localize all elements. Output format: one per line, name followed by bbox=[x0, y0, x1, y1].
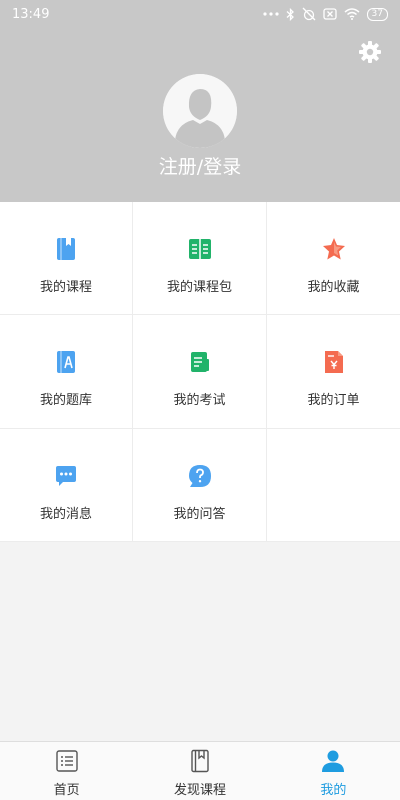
menu-item-my-question-bank[interactable]: 我的题库 bbox=[0, 315, 133, 429]
tab-home[interactable]: 首页 bbox=[0, 742, 133, 800]
discover-book-icon bbox=[191, 749, 209, 773]
menu-item-label: 我的收藏 bbox=[307, 280, 360, 295]
more-dots-icon bbox=[262, 12, 279, 16]
menu-item-my-courses[interactable]: 我的课程 bbox=[0, 202, 133, 315]
exam-icon bbox=[190, 352, 209, 372]
open-book-icon bbox=[188, 239, 211, 259]
menu-item-label: 我的题库 bbox=[39, 393, 92, 408]
default-avatar-icon bbox=[163, 74, 237, 148]
menu-item-label: 我的考试 bbox=[173, 393, 226, 408]
tab-mine[interactable]: 我的 bbox=[267, 742, 400, 800]
question-bank-icon bbox=[57, 351, 75, 373]
gear-icon bbox=[359, 41, 381, 63]
login-register-link[interactable]: 注册/登录 bbox=[0, 152, 400, 179]
menu-item-label: 我的订单 bbox=[307, 393, 360, 408]
battery-indicator: 37 bbox=[366, 7, 388, 21]
tab-label: 发现课程 bbox=[173, 783, 226, 798]
menu-item-my-favorites[interactable]: 我的收藏 bbox=[267, 202, 400, 315]
settings-button[interactable] bbox=[358, 40, 382, 64]
menu-item-label: 我的课程包 bbox=[166, 280, 232, 295]
status-bar: 13:49 37 bbox=[0, 0, 400, 28]
status-icons: 37 bbox=[262, 7, 388, 21]
person-icon bbox=[322, 750, 345, 772]
alarm-off-icon bbox=[302, 7, 316, 21]
menu-grid-empty-cell bbox=[267, 429, 400, 542]
bottom-tab-bar: 首页 发现课程 我的 bbox=[0, 741, 400, 800]
menu-item-label: 我的课程 bbox=[39, 280, 92, 295]
order-icon bbox=[324, 351, 343, 373]
menu-item-label: 我的消息 bbox=[39, 507, 92, 522]
menu-item-label: 我的问答 bbox=[173, 507, 226, 522]
home-list-icon bbox=[55, 750, 78, 772]
menu-item-my-course-packages[interactable]: 我的课程包 bbox=[133, 202, 267, 315]
sim-icon bbox=[322, 8, 337, 20]
tab-label: 首页 bbox=[53, 783, 80, 798]
avatar[interactable] bbox=[163, 74, 237, 148]
course-book-icon bbox=[57, 238, 75, 260]
message-icon bbox=[56, 466, 76, 486]
status-time: 13:49 bbox=[12, 6, 50, 22]
profile-header: 注册/登录 bbox=[0, 28, 400, 202]
menu-item-my-orders[interactable]: 我的订单 bbox=[267, 315, 400, 429]
question-icon bbox=[188, 465, 211, 487]
menu-grid: 我的课程 我的课程包 我的收藏 我的题库 我的考试 我的订单 我的消息 我的问答 bbox=[0, 202, 400, 542]
star-icon bbox=[322, 238, 345, 260]
menu-item-my-messages[interactable]: 我的消息 bbox=[0, 429, 133, 542]
menu-item-my-exams[interactable]: 我的考试 bbox=[133, 315, 267, 429]
tab-discover-courses[interactable]: 发现课程 bbox=[133, 742, 266, 800]
bluetooth-icon bbox=[286, 7, 294, 21]
wifi-icon bbox=[344, 8, 360, 20]
tab-label: 我的 bbox=[320, 783, 347, 798]
menu-item-my-qa[interactable]: 我的问答 bbox=[133, 429, 267, 542]
